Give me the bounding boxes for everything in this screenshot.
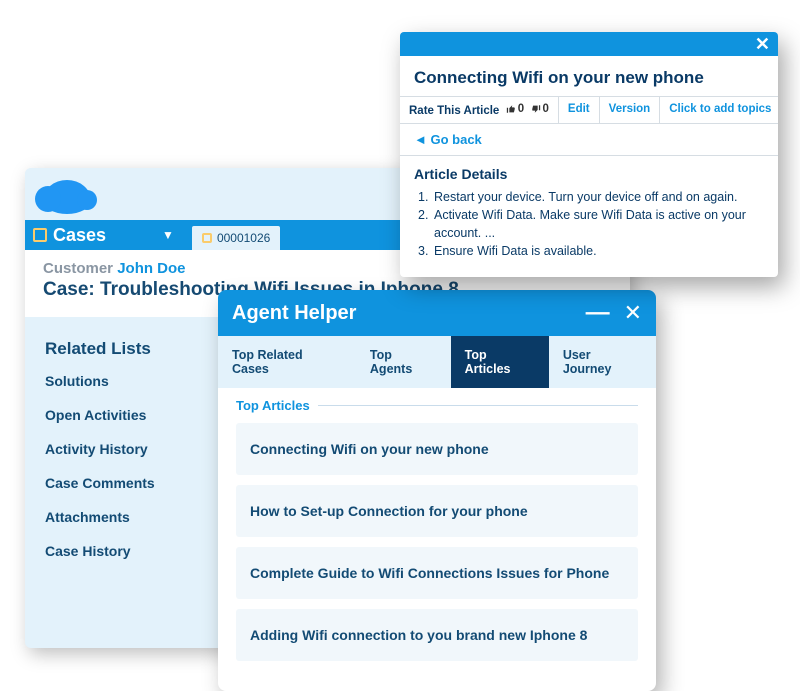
article-detail-popup: ✕ Connecting Wifi on your new phone Rate… [400,32,778,277]
agent-helper-panel: Agent Helper — ✕ Top Related Cases Top A… [218,290,656,691]
article-add-topics-link[interactable]: Click to add topics [660,97,778,123]
tab-user-journey[interactable]: User Journey [549,336,656,388]
tab-top-agents[interactable]: Top Agents [356,336,451,388]
cases-box-icon [33,228,47,242]
article-step: 3.Ensure Wifi Data is available. [418,242,764,260]
article-card[interactable]: Connecting Wifi on your new phone [236,423,638,475]
article-edit-link[interactable]: Edit [559,97,600,123]
top-articles-section-label: Top Articles [218,388,656,417]
article-title: Connecting Wifi on your new phone [400,56,778,96]
close-button[interactable]: ✕ [624,300,642,326]
article-details-heading: Article Details [414,166,764,182]
thumbs-up-icon [506,104,516,114]
chevron-down-icon: ▼ [162,228,174,242]
customer-label: Customer [43,260,113,277]
agent-helper-header: Agent Helper — ✕ [218,290,656,336]
article-popup-titlebar: ✕ [400,32,778,56]
top-articles-list: Connecting Wifi on your new phone How to… [218,417,656,691]
article-step: 1.Restart your device. Turn your device … [418,188,764,206]
cases-nav-label: Cases [53,225,106,246]
article-close-icon[interactable]: ✕ [755,34,770,55]
article-details: Article Details 1.Restart your device. T… [400,156,778,277]
agent-helper-tabs: Top Related Cases Top Agents Top Article… [218,336,656,388]
record-id-tab[interactable]: 00001026 [192,226,280,250]
thumbs-down-icon [531,104,541,114]
customer-name-link[interactable]: John Doe [117,260,185,277]
rate-article-label: Rate This Article 0 0 [400,97,559,123]
cases-nav-dropdown[interactable]: Cases ▼ [25,220,186,250]
article-go-back[interactable]: ◄ Go back [400,124,778,156]
article-version-link[interactable]: Version [600,97,661,123]
section-divider [318,405,638,406]
top-articles-section-text: Top Articles [236,398,310,413]
tab-top-articles[interactable]: Top Articles [451,336,549,388]
article-card[interactable]: How to Set-up Connection for your phone [236,485,638,537]
thumbs-up[interactable]: 0 [506,103,524,115]
minimize-button[interactable]: — [586,308,610,318]
record-id-text: 00001026 [217,231,270,245]
record-box-icon [202,233,212,243]
article-step: 2.Activate Wifi Data. Make sure Wifi Dat… [418,206,764,242]
article-meta-bar: Rate This Article 0 0 Edit Version Click… [400,96,778,124]
agent-helper-title: Agent Helper [232,302,586,325]
article-card[interactable]: Adding Wifi connection to you brand new … [236,609,638,661]
article-card[interactable]: Complete Guide to Wifi Connections Issue… [236,547,638,599]
salesforce-cloud-logo [43,180,91,214]
article-steps-list: 1.Restart your device. Turn your device … [414,188,764,261]
thumbs-down[interactable]: 0 [531,103,549,115]
tab-top-related-cases[interactable]: Top Related Cases [218,336,356,388]
